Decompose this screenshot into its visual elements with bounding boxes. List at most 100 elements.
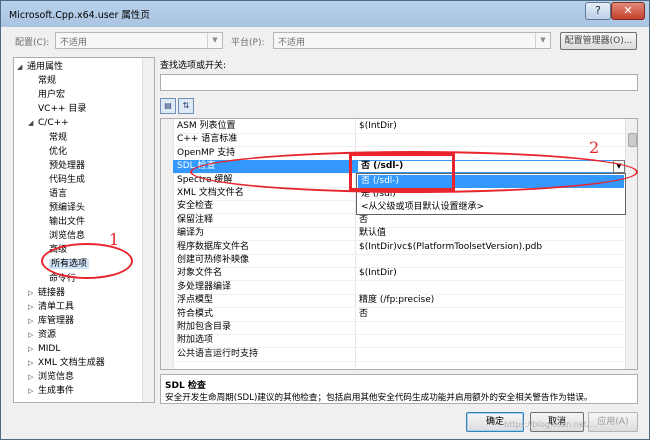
expander-icon[interactable]: ▷ — [28, 328, 38, 342]
grid-scrollbar[interactable] — [625, 119, 637, 369]
tree-item[interactable]: 输出文件 — [39, 215, 85, 229]
tree-scrollbar[interactable] — [142, 58, 154, 402]
dropdown-option[interactable]: <从父级或项目默认设置继承> — [358, 201, 624, 214]
property-value: 否 — [359, 308, 369, 319]
tree-item-label: 浏览信息 — [38, 372, 75, 383]
property-row[interactable]: ASM 列表位置 $(IntDir) — [173, 120, 625, 134]
categorized-view-icon[interactable]: ▤ — [160, 98, 176, 114]
property-name: 附加包含目录 — [177, 322, 232, 332]
tree-item-label: 用户宏 — [38, 90, 66, 101]
property-row[interactable]: 编译为 默认值 — [173, 227, 625, 242]
tree-item[interactable]: VC++ 目录 — [28, 102, 86, 116]
property-value: 否 — [359, 214, 369, 225]
property-row[interactable]: 浮点模型 精度 (/fp:precise) — [173, 294, 625, 309]
property-row[interactable]: C++ 语言标准 — [173, 133, 625, 148]
tree-item-label: C/C++ — [38, 118, 69, 129]
property-name: 符合模式 — [177, 308, 214, 319]
property-name: XML 文档文件名 — [177, 188, 244, 198]
tree-item-label: 常规 — [38, 76, 57, 87]
tree-item[interactable]: ◢ C/C++ — [28, 116, 69, 130]
tree-item-label: 常规 — [49, 132, 68, 143]
expander-icon[interactable]: ▷ — [28, 300, 38, 314]
tree-item-label: 清单工具 — [38, 301, 75, 312]
config-label: 配置(C): — [15, 38, 50, 48]
tree-item[interactable]: 常规 — [39, 131, 67, 145]
tree-item-label: XML 文档生成器 — [38, 358, 105, 369]
tree-item[interactable]: ▷ MIDL — [28, 342, 60, 356]
tree-item[interactable]: ▷ 浏览信息 — [28, 370, 74, 384]
tree-item[interactable]: ▷ 资源 — [28, 328, 56, 342]
tree-item-label: 资源 — [38, 329, 57, 340]
property-row[interactable]: 符合模式 否 — [173, 308, 625, 322]
expander-icon[interactable]: ▷ — [28, 314, 38, 328]
expander-icon[interactable]: ▷ — [28, 356, 38, 370]
title-bar: Microsoft.Cpp.x64.user 属性页 ? ✕ — [1, 1, 649, 25]
expander-icon[interactable]: ▷ — [28, 342, 38, 356]
tree-item-label: MIDL — [38, 344, 61, 354]
annotation-number-1: 1 — [109, 230, 120, 249]
property-row[interactable]: 附加包含目录 — [173, 321, 625, 335]
chevron-down-icon: ▼ — [535, 33, 550, 48]
tree-item[interactable]: ▷ XML 文档生成器 — [28, 356, 105, 370]
tree-item[interactable]: 常规 — [28, 74, 56, 88]
expander-icon[interactable]: ▷ — [28, 384, 38, 398]
property-value: $(IntDir) — [359, 121, 397, 131]
configuration-bar: 配置(C): 不适用 ▼ 平台(P): 不适用 ▼ 配置管理器(O)... — [1, 27, 649, 57]
tree-item[interactable]: 预处理器 — [39, 159, 85, 173]
chevron-down-icon: ▼ — [207, 33, 222, 48]
property-row[interactable]: 附加选项 — [173, 334, 625, 349]
tree-item-label: 浏览信息 — [49, 231, 86, 242]
property-name: 创建可热修补映像 — [177, 255, 250, 265]
property-name: OpenMP 支持 — [177, 147, 236, 158]
tree-item-label: 语言 — [49, 188, 68, 199]
tree-item[interactable]: ▷ 库管理器 — [28, 314, 74, 328]
tree-item[interactable]: ▷ 生成事件 — [28, 384, 74, 398]
close-icon[interactable]: ✕ — [611, 2, 645, 20]
property-tree: ◢ 通用属性 常规 用户宏 VC++ 目录 ◢ C/C++ 常规 优化 预处理器 代码生成 语言 预编译… — [13, 57, 155, 403]
tree-item[interactable]: 语言 — [39, 187, 67, 201]
expander-icon[interactable]: ◢ — [28, 116, 38, 130]
property-row[interactable]: 保留注释 否 — [173, 214, 625, 228]
property-row[interactable]: 对象文件名 $(IntDir) — [173, 267, 625, 282]
search-input[interactable] — [160, 74, 638, 91]
tree-item[interactable]: ▷ 清单工具 — [28, 300, 74, 314]
property-name: 对象文件名 — [177, 268, 223, 279]
config-manager-button[interactable]: 配置管理器(O)... — [560, 32, 637, 50]
platform-value: 不适用 — [278, 38, 306, 48]
tree-item[interactable]: ◢ 通用属性 — [17, 60, 63, 74]
window-title: Microsoft.Cpp.x64.user 属性页 — [9, 10, 150, 21]
tree-item[interactable]: 用户宏 — [28, 88, 65, 102]
tree-item[interactable]: 预编译头 — [39, 201, 85, 215]
expander-icon[interactable]: ▷ — [28, 286, 38, 300]
property-name: 公共语言运行时支持 — [177, 348, 259, 359]
tree-item-label: 链接器 — [38, 287, 66, 298]
expander-icon[interactable]: ▷ — [28, 370, 38, 384]
property-name: 编译为 — [177, 228, 205, 239]
sort-alphabetical-icon[interactable]: ⇅ — [178, 98, 194, 114]
tree-item[interactable]: 浏览信息 — [39, 229, 85, 243]
description-panel: SDL 检查 安全开发生命周期(SDL)建议的其他检查；包括启用其他安全代码生成… — [160, 374, 638, 404]
property-name: 附加选项 — [177, 335, 214, 346]
property-row[interactable]: 多处理器编译 — [173, 281, 625, 295]
property-name: C++ 语言标准 — [177, 134, 238, 145]
tree-item-label: 生成事件 — [38, 386, 75, 397]
property-name: 保留注释 — [177, 214, 214, 225]
tree-item-label: 预处理器 — [49, 160, 86, 171]
expander-icon[interactable]: ◢ — [17, 60, 27, 74]
tree-item[interactable]: ▷ 链接器 — [28, 286, 65, 300]
scroll-thumb[interactable] — [628, 133, 637, 147]
tree-item-label: VC++ 目录 — [38, 104, 87, 115]
property-name: 多处理器编译 — [177, 281, 232, 292]
property-pages-window: Microsoft.Cpp.x64.user 属性页 ? ✕ 配置(C): 不适… — [0, 0, 650, 440]
property-name: 安全检查 — [177, 201, 214, 212]
property-row[interactable]: 公共语言运行时支持 — [173, 348, 625, 362]
tree-item[interactable]: 优化 — [39, 145, 67, 159]
property-row[interactable]: 程序数据库文件名 $(IntDir)vc$(PlatformToolsetVers… — [173, 241, 625, 255]
property-row[interactable]: 创建可热修补映像 — [173, 254, 625, 268]
property-value: $(IntDir) — [359, 268, 397, 279]
property-name: 浮点模型 — [177, 295, 214, 306]
tree-item-label: 库管理器 — [38, 315, 75, 326]
help-icon[interactable]: ? — [585, 2, 611, 20]
tree-item[interactable]: 代码生成 — [39, 173, 85, 187]
tree-item-label: 预编译头 — [49, 203, 86, 213]
